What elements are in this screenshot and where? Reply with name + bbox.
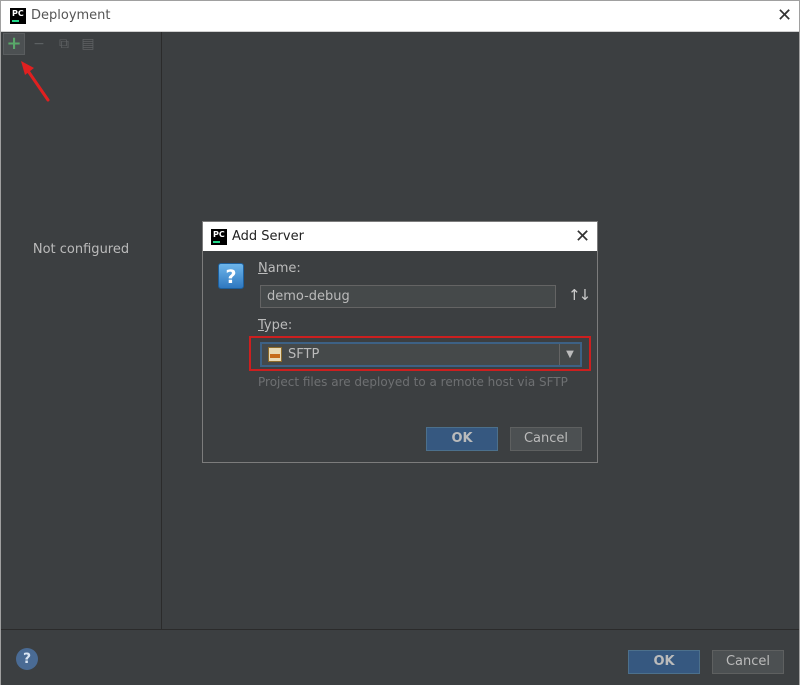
dialog-title: Add Server — [232, 229, 304, 244]
ok-button[interactable]: OK — [628, 650, 700, 674]
sort-icon[interactable]: ↑↓ — [568, 286, 591, 304]
sftp-icon — [268, 347, 282, 362]
server-list-panel: + − ⧉ ▤ Not configured — [1, 32, 162, 629]
copy-icon[interactable]: ⧉ — [53, 33, 75, 55]
cancel-button[interactable]: Cancel — [712, 650, 784, 674]
annotation-arrow-icon — [21, 61, 50, 102]
type-label: Type: — [258, 318, 292, 333]
window-close-icon[interactable]: ✕ — [777, 7, 792, 25]
type-select[interactable]: SFTP ▼ — [260, 342, 582, 367]
question-icon: ? — [218, 263, 244, 289]
dialog-titlebar: PC Add Server ✕ — [203, 222, 597, 251]
window-title: Deployment — [31, 8, 111, 23]
pycharm-logo-icon: PC — [10, 8, 26, 24]
dropdown-arrow-icon[interactable]: ▼ — [559, 344, 580, 365]
add-server-button[interactable]: + — [3, 33, 25, 55]
toolbar-other-icon[interactable]: ▤ — [77, 33, 99, 55]
dialog-ok-button[interactable]: OK — [426, 427, 498, 451]
add-server-dialog: PC Add Server ✕ ? Name: demo-debug ↑↓ Ty… — [202, 221, 598, 463]
name-label-rest: ame: — [267, 261, 301, 276]
type-select-value: SFTP — [288, 347, 320, 362]
dialog-close-icon[interactable]: ✕ — [575, 228, 590, 246]
pycharm-logo-icon: PC — [211, 229, 227, 245]
window-footer: ? OK Cancel — [1, 629, 799, 685]
type-description: Project files are deployed to a remote h… — [258, 375, 568, 389]
name-label-mnemonic: N — [258, 261, 268, 276]
empty-list-message: Not configured — [32, 242, 130, 257]
window-titlebar: PC Deployment ✕ — [1, 1, 799, 32]
remove-icon[interactable]: − — [28, 33, 50, 55]
help-icon[interactable]: ? — [16, 648, 38, 670]
name-input[interactable]: demo-debug — [260, 285, 556, 308]
dialog-cancel-button[interactable]: Cancel — [510, 427, 582, 451]
name-label: Name: — [258, 261, 301, 276]
type-label-rest: ype: — [263, 318, 293, 333]
